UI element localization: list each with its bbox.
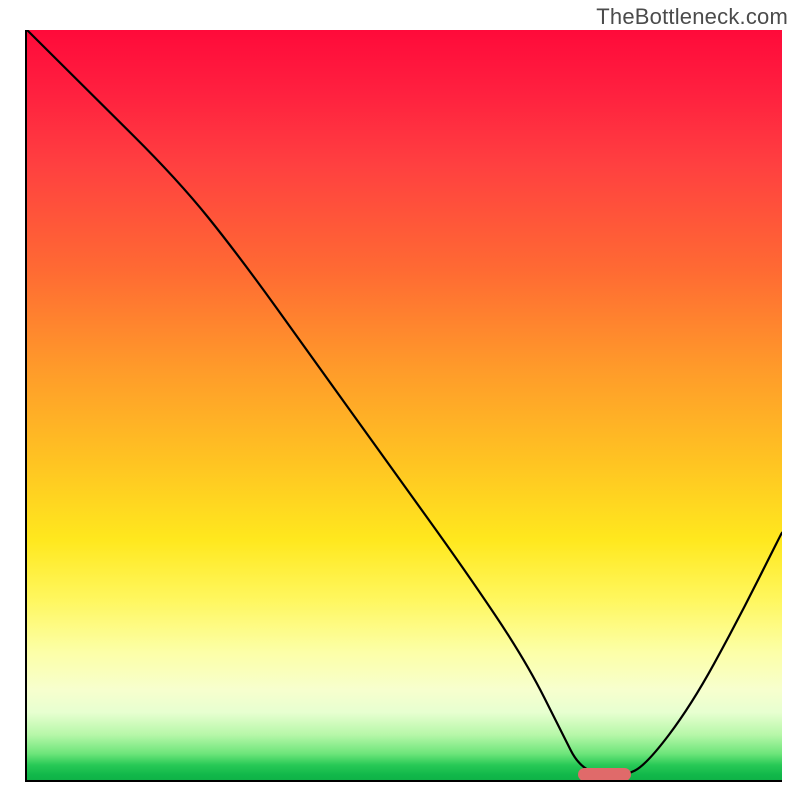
chart-canvas: TheBottleneck.com [0,0,800,800]
bottleneck-curve [27,30,782,780]
watermark-text: TheBottleneck.com [596,4,788,30]
optimal-marker [578,768,631,781]
plot-area [25,30,782,782]
